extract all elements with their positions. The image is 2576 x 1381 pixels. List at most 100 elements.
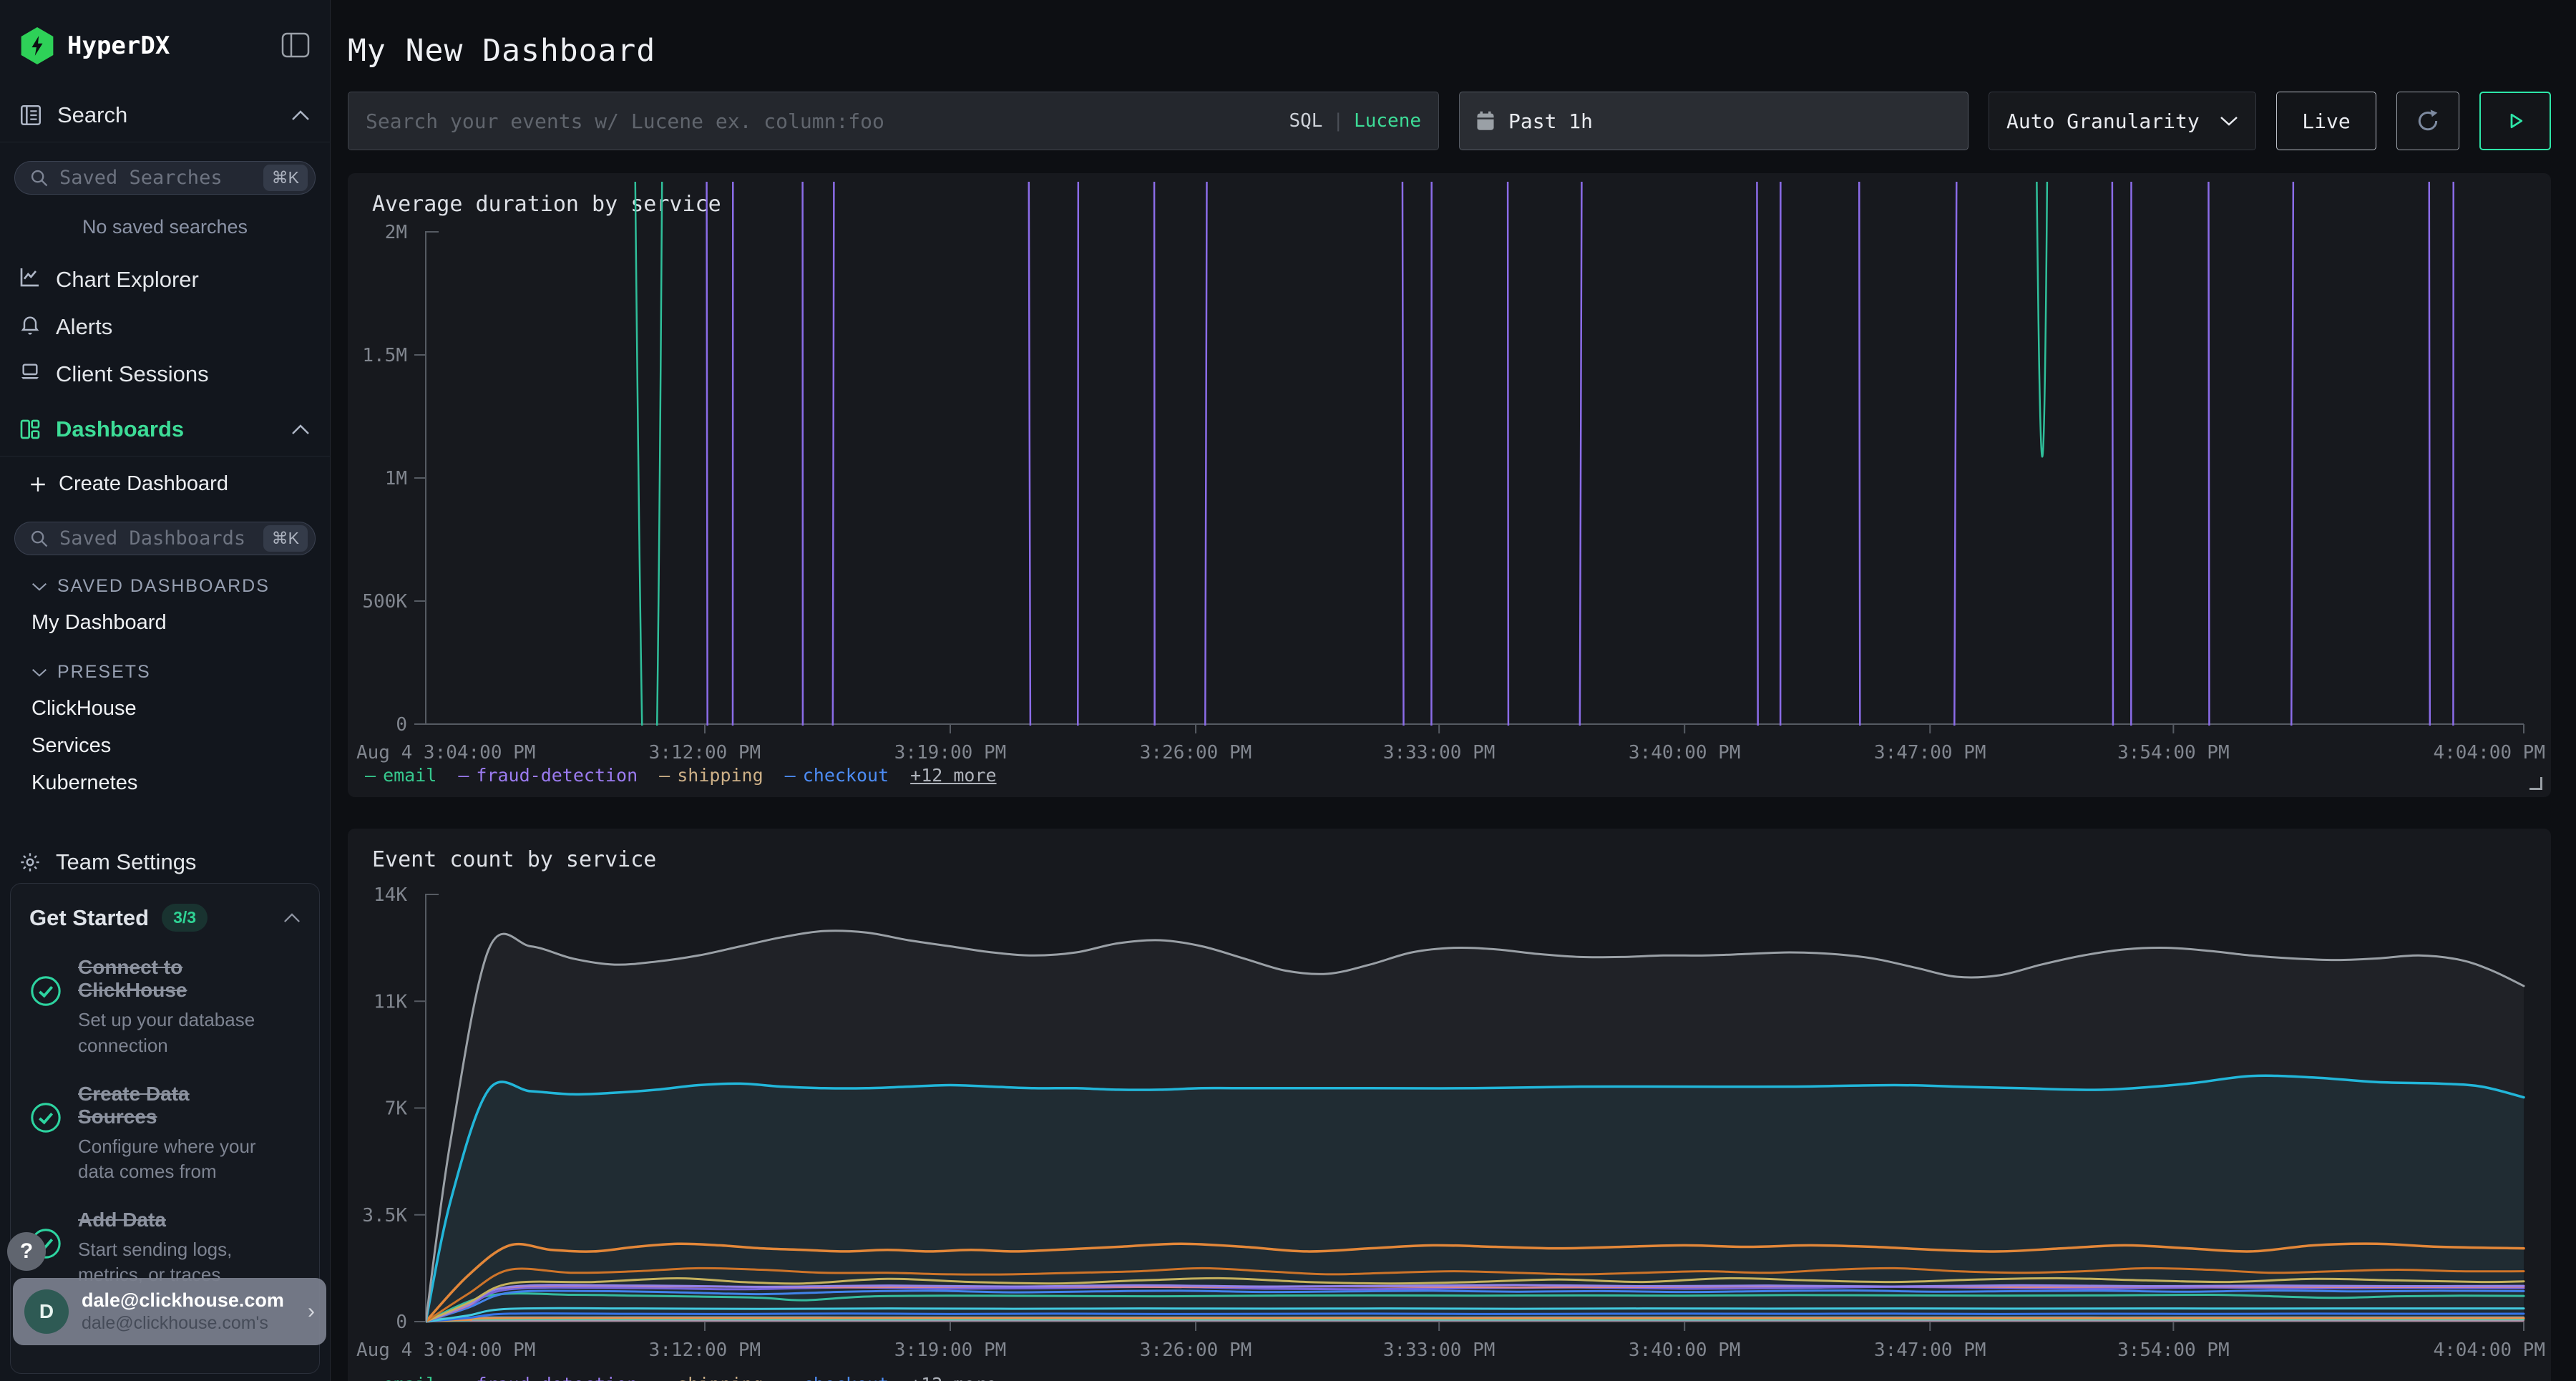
- brand-row: HyperDX: [0, 0, 330, 64]
- refresh-icon: [2414, 107, 2442, 135]
- legend-item-email[interactable]: —email: [365, 1374, 436, 1381]
- legend-item-shipping[interactable]: —shipping: [659, 1374, 763, 1381]
- calendar-icon: [1475, 110, 1496, 132]
- get-started-header[interactable]: Get Started 3/3: [29, 904, 301, 932]
- legend-label: email: [383, 765, 436, 786]
- get-started-item-title: Connect to ClickHouse: [78, 956, 257, 1002]
- run-query-button[interactable]: [2479, 92, 2551, 150]
- svg-text:0: 0: [396, 714, 407, 736]
- legend-item-checkout[interactable]: —checkout: [785, 1374, 889, 1381]
- get-started-item[interactable]: Connect to ClickHouse Set up your databas…: [29, 956, 301, 1058]
- saved-searches-input[interactable]: [59, 167, 253, 189]
- shortcut-badge: ⌘K: [263, 525, 308, 552]
- divider: [0, 456, 330, 457]
- svg-text:11K: 11K: [374, 991, 407, 1012]
- sidebar-item-client-sessions[interactable]: Client Sessions: [0, 351, 330, 397]
- saved-dashboards-group-header[interactable]: SAVED DASHBOARDS: [0, 568, 330, 604]
- get-started-items: Connect to ClickHouse Set up your databas…: [29, 956, 301, 1287]
- legend-label: email: [383, 1374, 436, 1381]
- panel-resize-handle[interactable]: [2529, 777, 2542, 790]
- sidebar-item-services[interactable]: Services: [0, 727, 330, 764]
- filter-toolbar: SQL | Lucene Past 1h Auto Granularity Li…: [348, 92, 2551, 150]
- user-menu[interactable]: D dale@clickhouse.com dale@clickhouse.co…: [13, 1278, 326, 1345]
- chevron-down-icon: [31, 662, 47, 683]
- event-count-chart[interactable]: 14K11K7K3.5K0Aug 4 3:04:00 PM3:12:00 PM3…: [348, 829, 2551, 1381]
- svg-text:3:54:00 PM: 3:54:00 PM: [2117, 742, 2230, 763]
- get-started-item[interactable]: Create Data SourcesConfigure where your …: [29, 1083, 301, 1184]
- sidebar: HyperDX Search ⌘K No saved searches Char…: [0, 0, 331, 1381]
- chevron-down-icon: [2220, 115, 2238, 127]
- create-dashboard-button[interactable]: Create Dashboard: [0, 465, 330, 503]
- chart-legend: —email — fraud-detection —shipping —checkout…: [365, 1374, 997, 1381]
- saved-searches-input-wrap: ⌘K: [14, 161, 316, 195]
- svg-text:3:26:00 PM: 3:26:00 PM: [1140, 742, 1252, 763]
- sidebar-item-clickhouse[interactable]: ClickHouse: [0, 690, 330, 727]
- chart-panel-event-count: Event count by service 14K11K7K3.5K0Aug …: [348, 829, 2551, 1381]
- search-icon: [29, 529, 49, 549]
- legend-label: shipping: [677, 1374, 763, 1381]
- get-started-badge: 3/3: [162, 904, 208, 932]
- refresh-button[interactable]: [2396, 92, 2459, 150]
- legend-dash-icon: —: [365, 765, 376, 786]
- chevron-up-icon: [291, 424, 310, 435]
- chart-legend: —email—fraud-detection—shipping—checkout…: [365, 765, 997, 786]
- saved-dashboards-input-wrap: ⌘K: [14, 522, 316, 555]
- legend-dash-icon: —: [458, 765, 469, 786]
- toggle-divider: |: [1332, 110, 1344, 132]
- dashboards-icon: [19, 418, 42, 441]
- get-started-item-subtitle: Set up your database connection: [78, 1007, 264, 1058]
- svg-text:7K: 7K: [385, 1098, 408, 1120]
- user-workspace: dale@clickhouse.com's: [82, 1313, 295, 1334]
- event-search-input[interactable]: [366, 109, 1277, 133]
- live-button[interactable]: Live: [2276, 92, 2376, 150]
- legend-item-fraud-detection[interactable]: —fraud-detection: [458, 765, 638, 786]
- time-range-picker[interactable]: Past 1h: [1459, 92, 1968, 150]
- search-icon: [29, 168, 49, 188]
- help-button[interactable]: ?: [7, 1232, 46, 1271]
- get-started-item[interactable]: Add DataStart sending logs, metrics, or …: [29, 1209, 301, 1287]
- lucene-toggle[interactable]: Lucene: [1354, 110, 1421, 132]
- svg-text:3:19:00 PM: 3:19:00 PM: [894, 1339, 1007, 1361]
- legend-item-fraud-detection[interactable]: — fraud-detection: [458, 1374, 638, 1381]
- sql-toggle[interactable]: SQL: [1289, 110, 1322, 132]
- brand[interactable]: HyperDX: [19, 27, 170, 64]
- sidebar-item-team-settings[interactable]: Team Settings: [0, 841, 330, 883]
- svg-text:1.5M: 1.5M: [362, 345, 407, 366]
- legend-more[interactable]: +12 more: [910, 1374, 996, 1381]
- svg-text:500K: 500K: [362, 591, 407, 613]
- sidebar-item-alerts[interactable]: Alerts: [0, 304, 330, 350]
- svg-text:2M: 2M: [385, 222, 407, 243]
- legend-label: shipping: [677, 765, 763, 786]
- plus-icon: [29, 475, 47, 494]
- get-started-title: Get Started: [29, 905, 149, 931]
- granularity-select[interactable]: Auto Granularity: [1989, 92, 2256, 150]
- presets-group-header[interactable]: PRESETS: [0, 654, 330, 690]
- svg-text:3:12:00 PM: 3:12:00 PM: [649, 742, 761, 763]
- sidebar-collapse-icon[interactable]: [281, 32, 310, 60]
- sidebar-item-my-dashboard[interactable]: My Dashboard: [0, 604, 330, 641]
- legend-dash-icon: —: [785, 765, 796, 786]
- legend-dash-icon: —: [458, 1374, 469, 1381]
- presets-group-label: PRESETS: [57, 662, 151, 683]
- legend-label: fraud-detection: [476, 1374, 638, 1381]
- legend-item-email[interactable]: — email: [365, 765, 436, 786]
- sidebar-item-dashboards[interactable]: Dashboards: [0, 409, 330, 450]
- avg-duration-chart[interactable]: 2M1.5M1M500K0Aug 4 3:04:00 PM3:12:00 PM3…: [348, 173, 2551, 797]
- svg-text:3:47:00 PM: 3:47:00 PM: [1874, 742, 1986, 763]
- sidebar-item-chart-explorer[interactable]: Chart Explorer: [0, 257, 330, 303]
- chevron-up-icon: [291, 109, 310, 121]
- chart-panel-avg-duration: Average duration by service 2M1.5M1M500K…: [348, 173, 2551, 797]
- legend-item-shipping[interactable]: —shipping: [659, 765, 763, 786]
- saved-dashboards-input[interactable]: [59, 527, 253, 550]
- svg-text:3:19:00 PM: 3:19:00 PM: [894, 742, 1007, 763]
- sidebar-section-search[interactable]: Search: [0, 94, 330, 136]
- legend-item-checkout[interactable]: —checkout: [785, 765, 889, 786]
- sidebar-item-kubernetes[interactable]: Kubernetes: [0, 764, 330, 801]
- sidebar-nav: Chart ExplorerAlertsClient Sessions: [0, 238, 330, 397]
- legend-more[interactable]: +12 more: [910, 765, 996, 786]
- page-title: My New Dashboard: [348, 33, 2551, 69]
- laptop-icon: [19, 360, 42, 389]
- event-search-wrap: SQL | Lucene: [348, 92, 1439, 150]
- get-started-item-text: Add DataStart sending logs, metrics, or …: [78, 1209, 264, 1287]
- svg-text:3:33:00 PM: 3:33:00 PM: [1383, 1339, 1496, 1361]
